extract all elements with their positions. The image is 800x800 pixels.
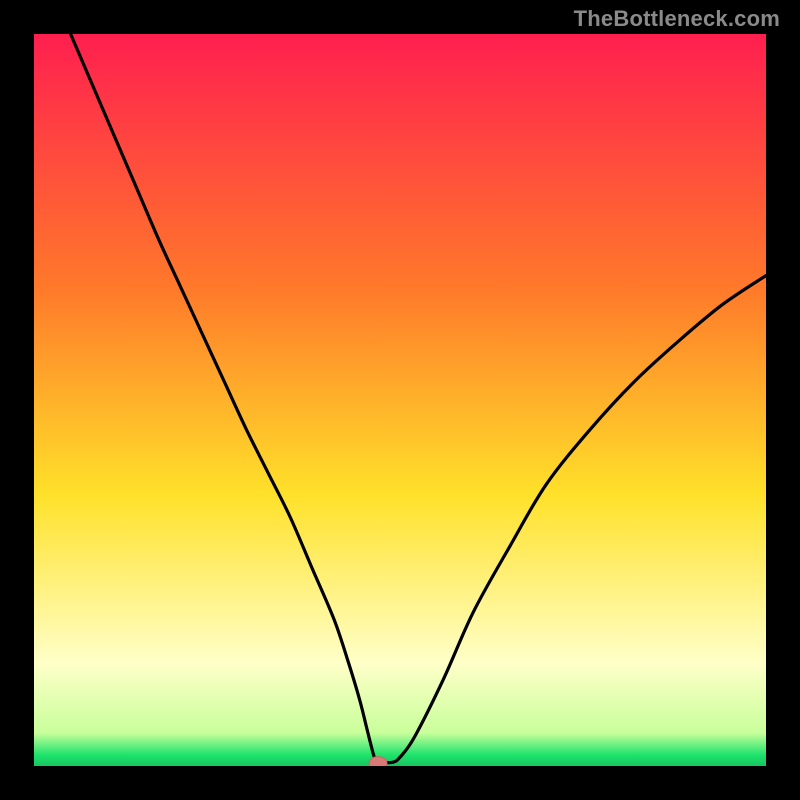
gradient-background bbox=[34, 34, 766, 766]
plot-area bbox=[34, 34, 766, 766]
plot-svg bbox=[34, 34, 766, 766]
watermark-text: TheBottleneck.com bbox=[574, 6, 780, 32]
chart-frame: TheBottleneck.com bbox=[0, 0, 800, 800]
optimal-marker bbox=[369, 757, 387, 766]
